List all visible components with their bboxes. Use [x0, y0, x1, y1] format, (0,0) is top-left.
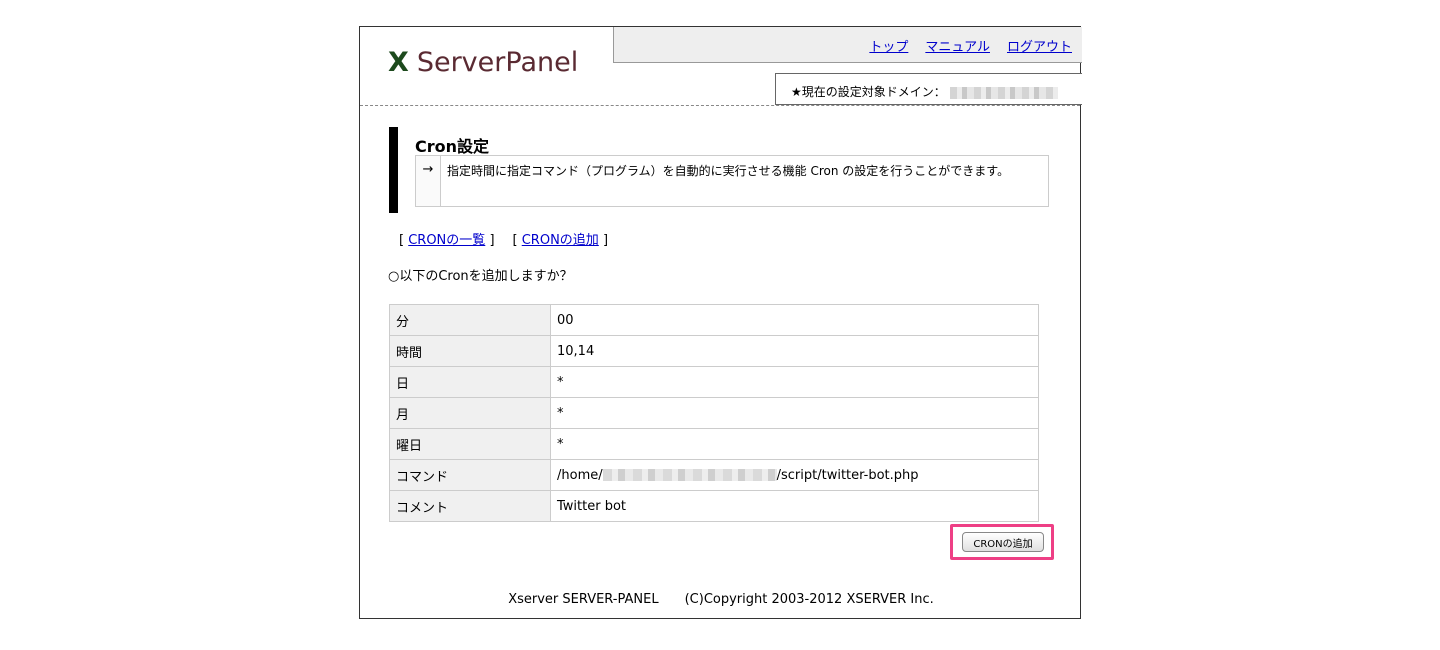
serverpanel-logo[interactable]: X ServerPanel — [388, 47, 578, 78]
row-label-weekday: 曜日 — [389, 428, 551, 460]
row-label-hour: 時間 — [389, 335, 551, 367]
bracket-open: [ — [512, 233, 518, 248]
redacted-path — [602, 469, 777, 481]
section-description: 指定時間に指定コマンド（プログラム）を自動的に実行させる機能 Cron の設定を… — [447, 164, 1010, 178]
nav-link-logout[interactable]: ログアウト — [1007, 40, 1072, 55]
table-row: 時間 10,14 — [389, 335, 1039, 367]
footer-product: Xserver SERVER-PANEL — [508, 592, 659, 607]
row-value-weekday: * — [550, 428, 1039, 460]
current-domain-box: ★現在の設定対象ドメイン： — [775, 73, 1082, 105]
command-suffix: /script/twitter-bot.php — [776, 467, 919, 483]
table-row: 月 * — [389, 397, 1039, 429]
row-value-minute: 00 — [550, 304, 1039, 336]
row-value-comment: Twitter bot — [550, 490, 1039, 522]
row-value-command: /home/ /script/twitter-bot.php — [550, 459, 1039, 491]
nav-link-top[interactable]: トップ — [869, 40, 908, 55]
logo-text: ServerPanel — [416, 47, 579, 78]
footer-copyright: (C)Copyright 2003-2012 XSERVER Inc. — [684, 592, 934, 607]
row-label-comment: コメント — [389, 490, 551, 522]
row-value-hour: 10,14 — [550, 335, 1039, 367]
cron-settings-table: 分 00 時間 10,14 日 * 月 * 曜日 * コマンド /home/ /s… — [389, 304, 1039, 522]
bracket-open: [ — [399, 233, 405, 248]
row-label-minute: 分 — [389, 304, 551, 336]
table-row: コメント Twitter bot — [389, 490, 1039, 522]
section-description-box: → 指定時間に指定コマンド（プログラム）を自動的に実行させる機能 Cron の設… — [415, 155, 1049, 207]
cron-sub-nav: [ CRONの一覧 ] [ CRONの追加 ] — [399, 229, 608, 248]
add-cron-button[interactable]: CRONの追加 — [962, 532, 1044, 552]
table-row: 分 00 — [389, 304, 1039, 336]
command-prefix: /home/ — [557, 467, 603, 483]
nav-link-manual[interactable]: マニュアル — [925, 40, 990, 55]
table-row: 日 * — [389, 366, 1039, 398]
arrow-icon: → — [416, 156, 441, 206]
row-value-month: * — [550, 397, 1039, 429]
table-row: コマンド /home/ /script/twitter-bot.php — [389, 459, 1039, 491]
logo-x-mark: X — [388, 47, 409, 78]
cron-list-link[interactable]: CRONの一覧 — [408, 233, 485, 248]
section-title: Cron設定 — [415, 137, 490, 156]
row-label-command: コマンド — [389, 459, 551, 491]
row-value-day: * — [550, 366, 1039, 398]
table-row: 曜日 * — [389, 428, 1039, 460]
bracket-close: ] — [489, 233, 495, 248]
row-label-month: 月 — [389, 397, 551, 429]
top-navigation: トップ マニュアル ログアウト — [613, 27, 1082, 63]
confirm-message: ○以下のCronを追加しますか？ — [388, 269, 573, 284]
row-label-day: 日 — [389, 366, 551, 398]
section-header: Cron設定 → 指定時間に指定コマンド（プログラム）を自動的に実行させる機能 … — [389, 127, 1049, 213]
server-panel: X ServerPanel トップ マニュアル ログアウト ★現在の設定対象ドメイン：… — [359, 26, 1082, 619]
cron-add-link[interactable]: CRONの追加 — [522, 233, 599, 248]
header-divider — [360, 105, 1080, 106]
bracket-close: ] — [602, 233, 609, 248]
footer: Xserver SERVER-PANEL (C)Copyright 2003-20… — [360, 592, 1082, 607]
current-domain-label: ★現在の設定対象ドメイン： — [791, 85, 946, 99]
redacted-domain — [949, 86, 1058, 99]
